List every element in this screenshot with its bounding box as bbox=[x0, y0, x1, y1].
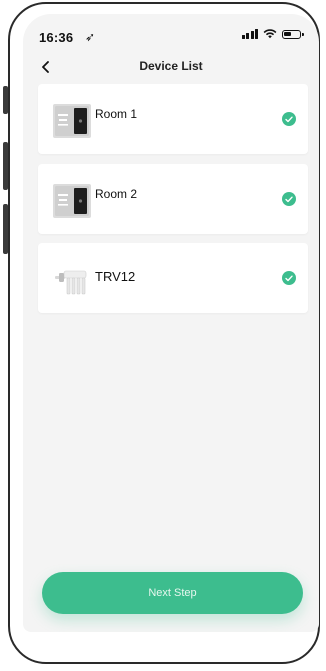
radiator-valve-icon bbox=[55, 270, 87, 295]
thermostat-panel-icon bbox=[53, 104, 91, 138]
device-card-room-2[interactable]: Room 2 bbox=[38, 164, 308, 234]
app-screen: 16:36 ➶ Device List Room 1 Room 2 TRV12 … bbox=[23, 14, 319, 632]
status-time: 16:36 bbox=[39, 30, 74, 45]
cellular-signal-icon bbox=[241, 29, 258, 39]
device-name: Room 1 bbox=[95, 107, 138, 121]
checkmark-icon[interactable] bbox=[282, 271, 296, 285]
device-card-room-1[interactable]: Room 1 bbox=[38, 84, 308, 154]
status-bar: 16:36 ➶ bbox=[23, 14, 319, 54]
status-indicators bbox=[241, 29, 304, 39]
wifi-icon bbox=[263, 29, 277, 39]
device-name: TRV12 bbox=[95, 269, 136, 284]
device-name: Room 2 bbox=[95, 187, 138, 201]
checkmark-icon[interactable] bbox=[282, 112, 296, 126]
checkmark-icon[interactable] bbox=[282, 192, 296, 206]
location-arrow-icon: ➶ bbox=[85, 30, 96, 44]
device-card-trv12[interactable]: TRV12 bbox=[38, 243, 308, 313]
battery-icon bbox=[282, 29, 304, 39]
phone-stage: 16:36 ➶ Device List Room 1 Room 2 TRV12 … bbox=[0, 0, 326, 671]
next-step-button[interactable]: Next Step bbox=[42, 572, 303, 614]
navigation-bar: Device List bbox=[23, 54, 319, 80]
page-title: Device List bbox=[139, 59, 203, 73]
thermostat-panel-icon bbox=[53, 184, 91, 218]
